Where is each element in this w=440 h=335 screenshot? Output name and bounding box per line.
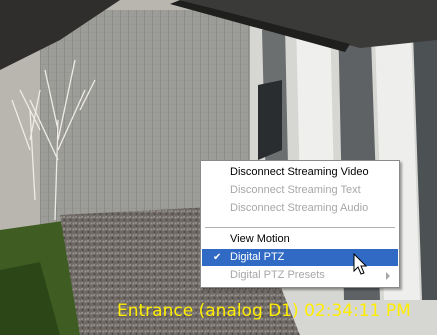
menu-item-label: Disconnect Streaming Text bbox=[230, 184, 361, 196]
menu-item-label: Disconnect Streaming Video bbox=[230, 166, 369, 178]
submenu-arrow-icon bbox=[386, 272, 390, 280]
menu-item-disconnect-streaming-text[interactable]: Disconnect Streaming Text bbox=[202, 182, 398, 199]
mouse-pointer-icon bbox=[353, 253, 368, 275]
menu-item-label: Digital PTZ bbox=[230, 251, 285, 263]
menu-item-disconnect-streaming-audio[interactable]: Disconnect Streaming Audio bbox=[202, 200, 398, 217]
context-menu: Disconnect Streaming Video Disconnect St… bbox=[200, 160, 400, 288]
menu-separator bbox=[205, 227, 395, 228]
menu-item-digital-ptz[interactable]: ✔ Digital PTZ bbox=[202, 249, 398, 266]
menu-item-disconnect-streaming-video[interactable]: Disconnect Streaming Video bbox=[202, 164, 398, 181]
camera-view-window: Entrance (analog D1) 02:34:11 PM Disconn… bbox=[0, 0, 440, 335]
menu-item-label: Digital PTZ Presets bbox=[230, 269, 325, 281]
camera-caption-overlay: Entrance (analog D1) 02:34:11 PM bbox=[117, 301, 411, 321]
menu-item-label: Disconnect Streaming Audio bbox=[230, 202, 369, 214]
menu-item-label: View Motion bbox=[230, 233, 290, 245]
menu-item-digital-ptz-presets[interactable]: Digital PTZ Presets bbox=[202, 267, 398, 284]
menu-item-view-motion[interactable]: View Motion bbox=[202, 231, 398, 248]
checkmark-icon: ✔ bbox=[213, 252, 222, 263]
